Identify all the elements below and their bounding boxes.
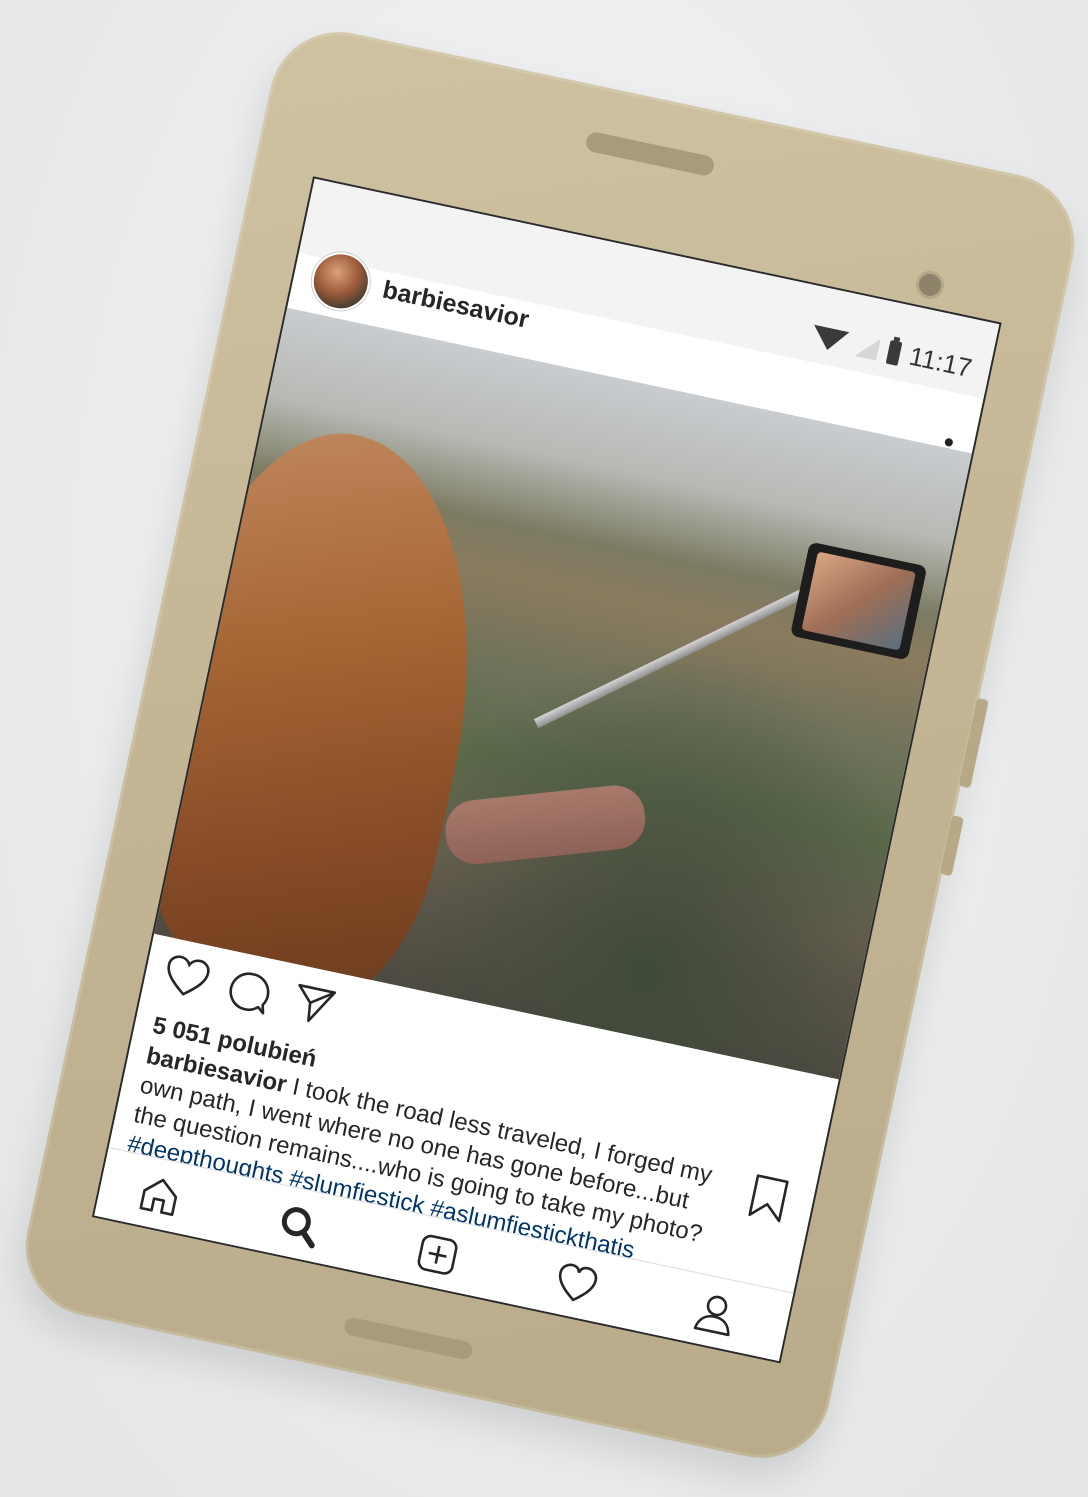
activity-heart-icon[interactable] xyxy=(550,1258,602,1310)
search-icon[interactable] xyxy=(273,1199,325,1251)
photo-phone-screen xyxy=(801,551,916,651)
heart-icon[interactable] xyxy=(160,951,214,1002)
add-icon[interactable] xyxy=(411,1229,463,1281)
home-icon[interactable] xyxy=(134,1170,186,1222)
photo-phone xyxy=(790,541,928,661)
photo-arm xyxy=(442,782,649,868)
bookmark-icon[interactable] xyxy=(746,1172,791,1224)
post-username[interactable]: barbiesavior xyxy=(380,276,531,335)
avatar[interactable] xyxy=(306,246,376,316)
background: 11:17 barbiesavior ••• xyxy=(0,0,1088,1497)
photo-selfie-stick xyxy=(533,574,835,729)
profile-icon[interactable] xyxy=(689,1288,741,1340)
comment-icon[interactable] xyxy=(224,967,274,1017)
share-icon[interactable] xyxy=(289,981,338,1029)
phone-device: 11:17 barbiesavior ••• xyxy=(12,19,1088,1471)
